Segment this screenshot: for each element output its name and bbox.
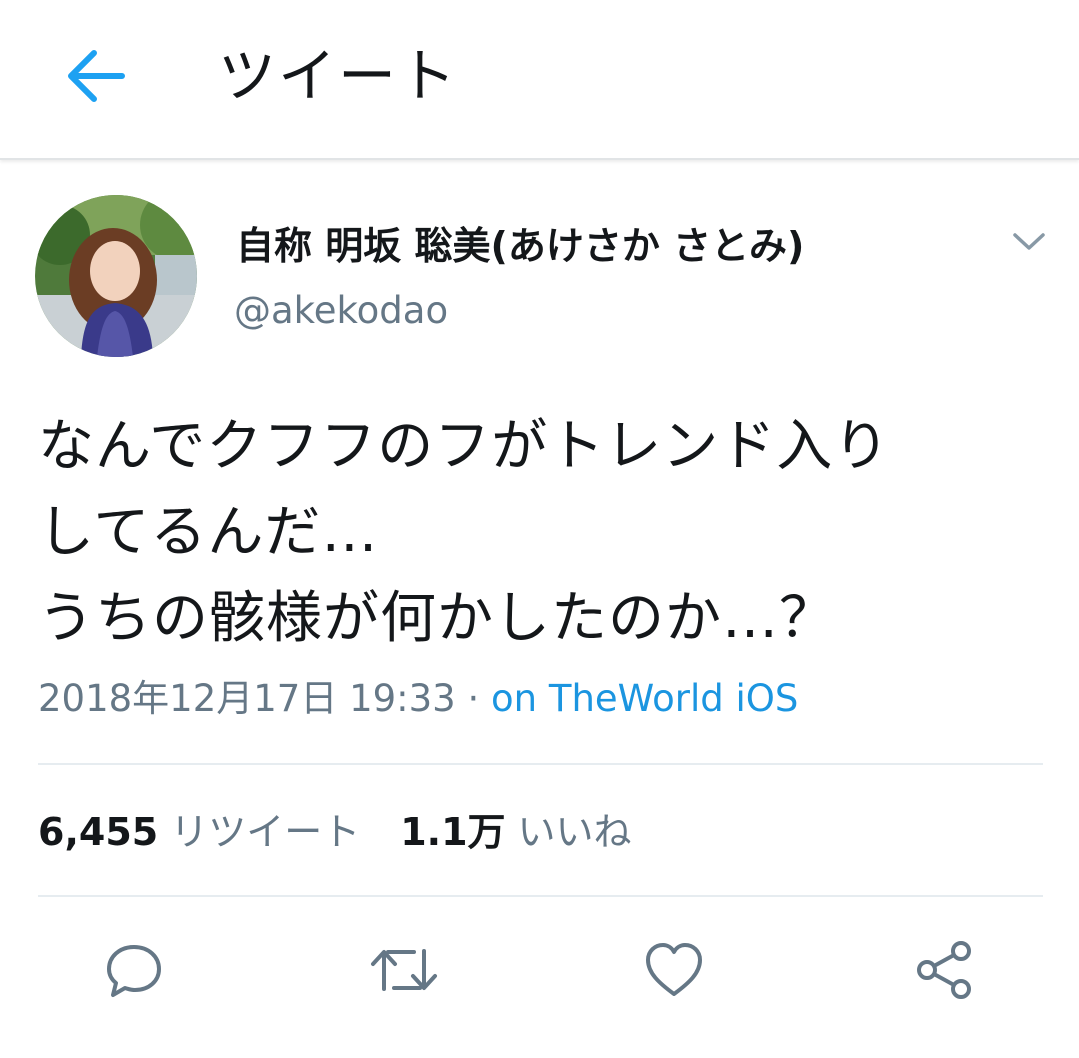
retweet-icon (371, 949, 437, 991)
likes-count: 1.1万 (400, 810, 506, 854)
like-icon (646, 943, 702, 996)
back-button[interactable] (52, 36, 138, 116)
meta-separator: · (455, 677, 492, 720)
tweet-menu-button[interactable] (1006, 222, 1052, 262)
tweet-text: なんでクフフのフがトレンド入り してるんだ… うちの骸様が何かしたのか…？ (38, 414, 891, 651)
arrow-left-icon (68, 50, 125, 102)
like-button[interactable] (636, 932, 712, 1008)
page-title: ツイート (218, 42, 459, 110)
divider-bottom (38, 895, 1043, 897)
avatar[interactable] (35, 195, 197, 357)
likes-stat[interactable]: 1.1万 いいね (400, 810, 631, 854)
retweets-stat[interactable]: 6,455 リツイート (38, 810, 360, 854)
retweets-count: 6,455 (38, 810, 159, 854)
chevron-down-icon (1013, 233, 1045, 250)
top-bar: ツイート (0, 0, 1079, 160)
reply-icon (107, 945, 161, 997)
avatar-photo (35, 195, 197, 357)
retweets-label: リツイート (170, 810, 361, 854)
tweet-timestamp: 2018年12月17日 19:33 (38, 677, 456, 720)
display-name[interactable]: 自称 明坂 聡美(あけさか さとみ) (236, 220, 804, 272)
retweet-button[interactable] (366, 932, 442, 1008)
share-button[interactable] (906, 932, 982, 1008)
user-handle[interactable]: @akekodao (234, 286, 448, 336)
share-icon (917, 941, 971, 999)
tweet-source-link[interactable]: on TheWorld iOS (491, 677, 798, 720)
divider-top (38, 763, 1043, 765)
tweet-stats: 6,455 リツイート 1.1万 いいね (38, 806, 632, 858)
likes-label: いいね (517, 810, 632, 854)
tweet-meta: 2018年12月17日 19:33 · on TheWorld iOS (38, 674, 798, 724)
reply-button[interactable] (96, 932, 172, 1008)
